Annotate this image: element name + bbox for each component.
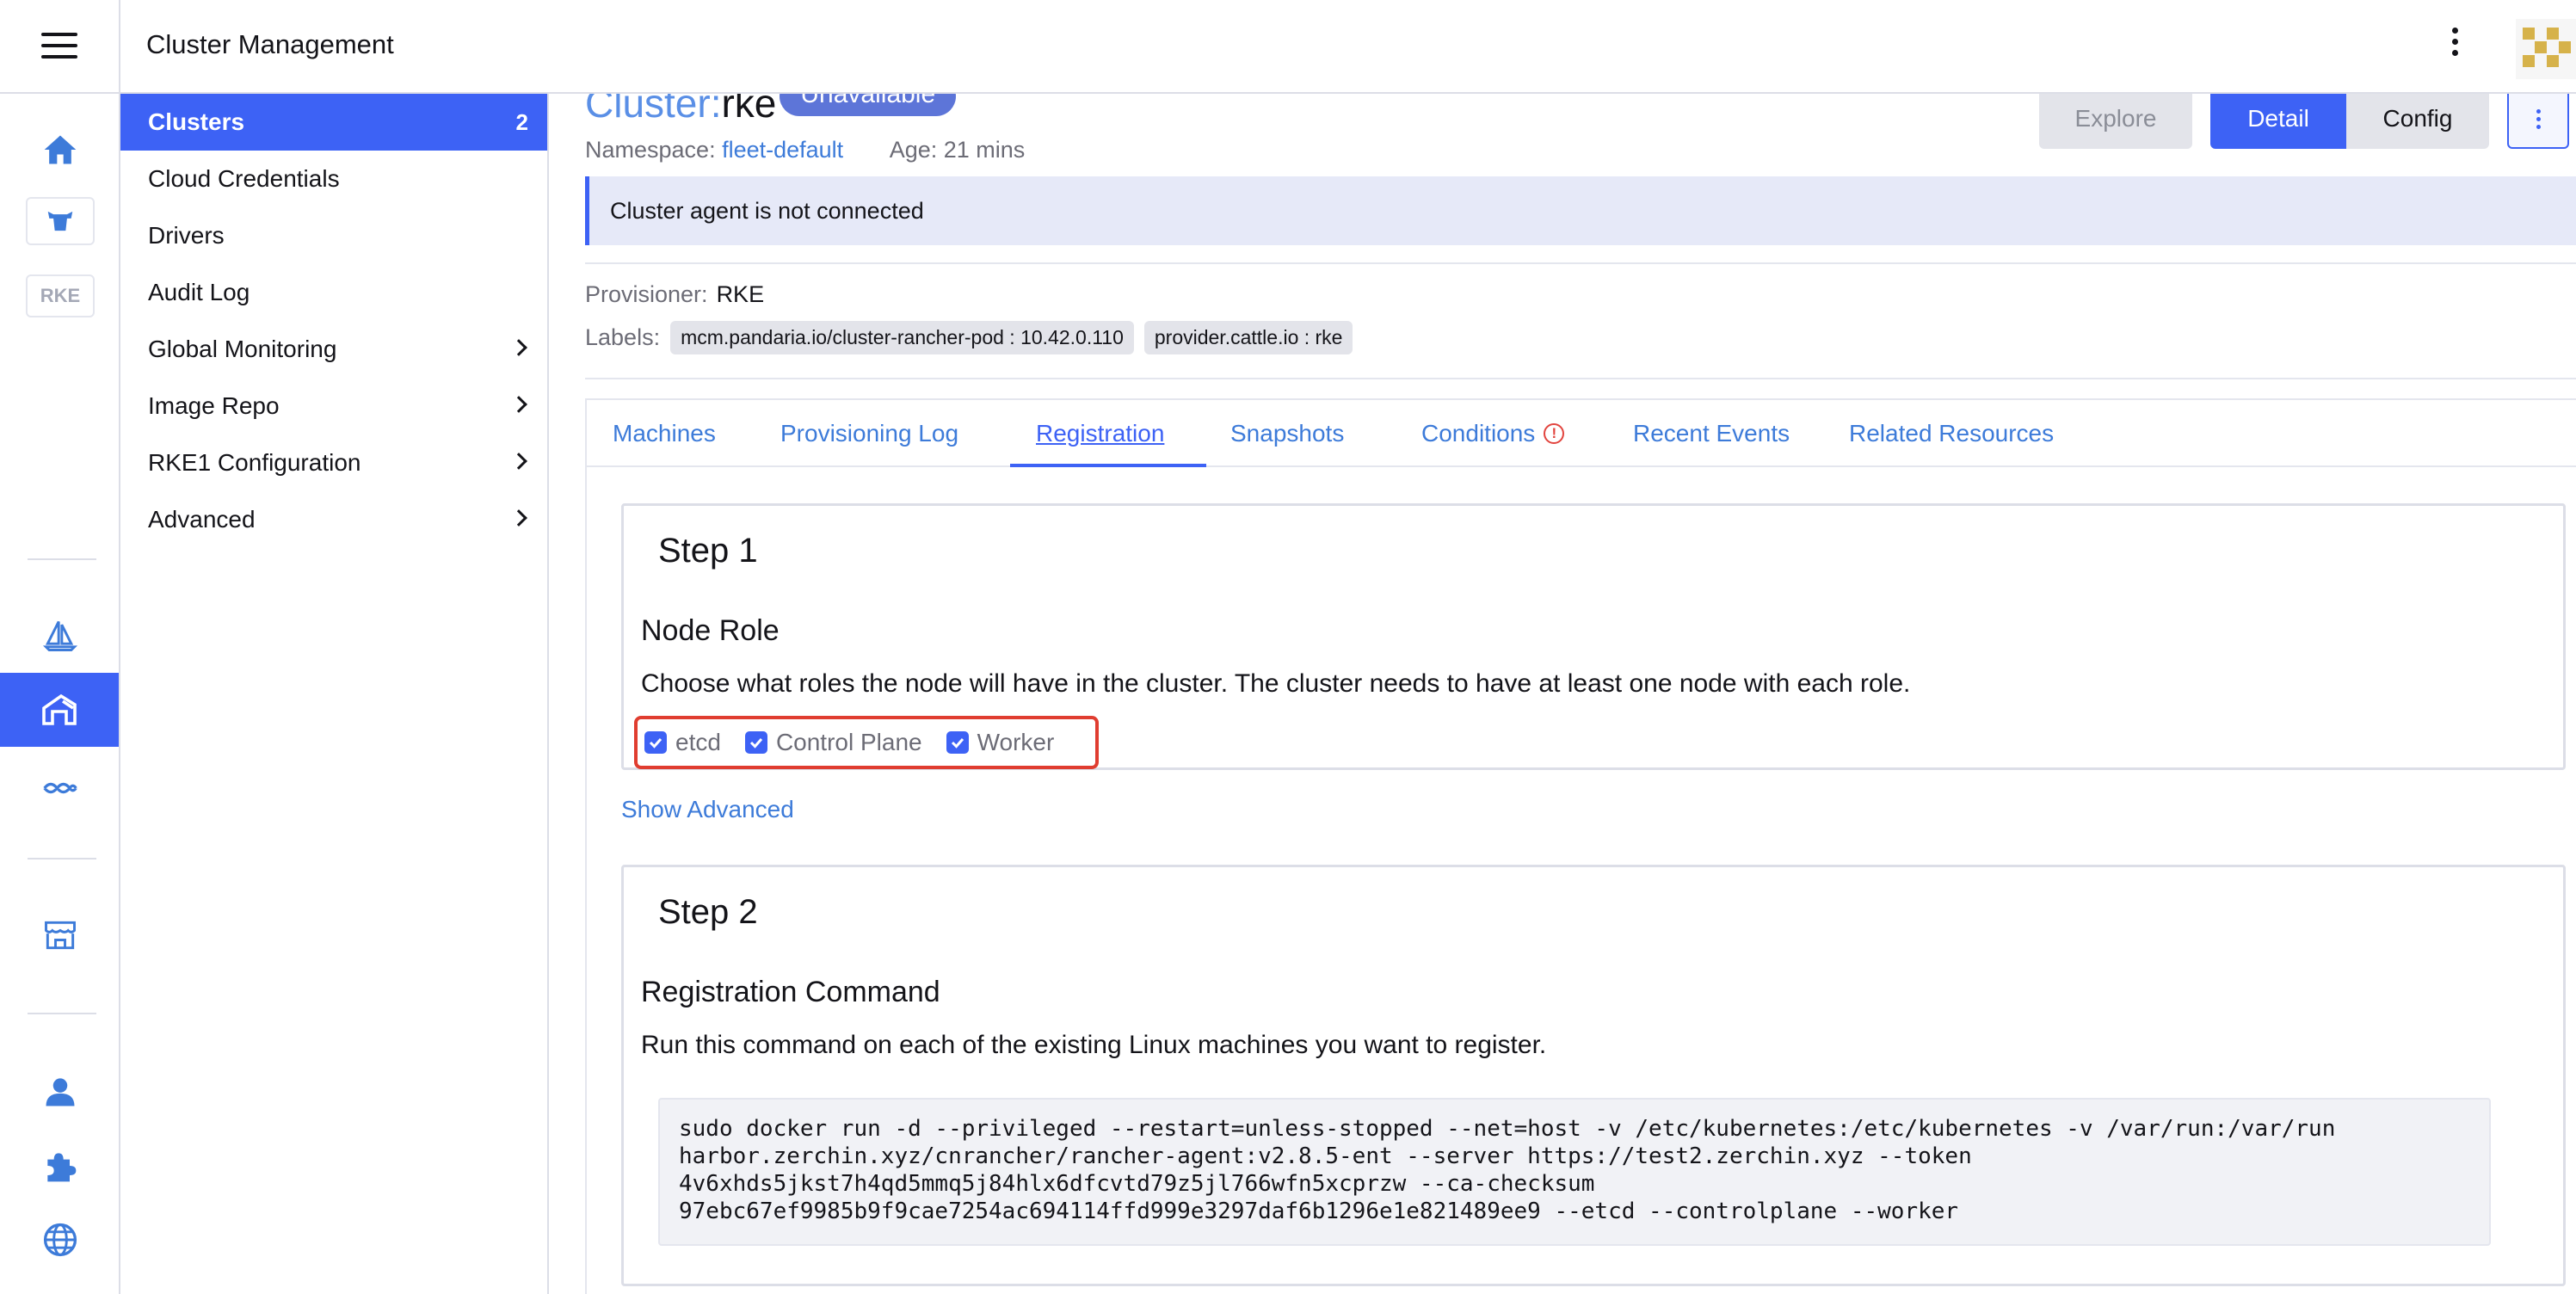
cluster-age: Age: 21 mins xyxy=(889,137,1026,163)
registration-command-title: Registration Command xyxy=(641,976,940,1008)
role-label: Control Plane xyxy=(775,729,922,755)
chevron-right-icon xyxy=(510,509,527,527)
sidebar-item-global-monitoring[interactable]: Global Monitoring xyxy=(120,321,547,378)
tab-panel: Machines Provisioning Log Registration S… xyxy=(585,398,2576,1294)
sidebar-item-advanced[interactable]: Advanced xyxy=(120,491,547,548)
namespace-link[interactable]: fleet-default xyxy=(722,137,843,163)
tab-recent-events[interactable]: Recent Events xyxy=(1633,400,1790,467)
home-icon[interactable] xyxy=(34,124,86,176)
sidebar-item-drivers[interactable]: Drivers xyxy=(120,207,547,264)
sidebar-item-label: Image Repo xyxy=(148,392,280,419)
rail-divider xyxy=(28,858,96,860)
cow-icon[interactable] xyxy=(26,197,95,245)
control-plane-checkbox[interactable]: Control Plane xyxy=(744,729,922,756)
cluster-icon[interactable] xyxy=(0,673,119,747)
sidebar: Clusters 2 Cloud Credentials Drivers Aud… xyxy=(120,94,549,1294)
explore-button[interactable]: Explore xyxy=(2039,94,2192,149)
header-menu-icon[interactable] xyxy=(2442,28,2468,65)
view-mode-toggle: Detail Config xyxy=(2210,94,2489,149)
main-content: Cluster: rke Unavailable Namespace: flee… xyxy=(551,94,2576,1294)
label-chip: provider.cattle.io : rke xyxy=(1143,321,1353,354)
step2-card: Step 2 Registration Command Run this com… xyxy=(621,865,2566,1286)
user-icon[interactable] xyxy=(34,1066,86,1118)
registration-command-description: Run this command on each of the existing… xyxy=(641,1031,1547,1059)
role-label: Worker xyxy=(977,729,1055,755)
sidebar-item-audit-log[interactable]: Audit Log xyxy=(120,264,547,321)
sidebar-item-clusters[interactable]: Clusters 2 xyxy=(120,94,547,151)
sail-icon[interactable] xyxy=(34,610,86,662)
avatar[interactable] xyxy=(2516,19,2576,79)
config-button[interactable]: Config xyxy=(2346,94,2489,149)
extension-icon[interactable] xyxy=(34,1140,86,1192)
sidebar-item-image-repo[interactable]: Image Repo xyxy=(120,378,547,434)
provisioner-label: Provisioner: xyxy=(585,281,708,307)
tab-registration[interactable]: Registration xyxy=(1036,400,1164,467)
labels-label: Labels: xyxy=(585,324,661,350)
node-role-description: Choose what roles the node will have in … xyxy=(641,669,1911,698)
tab-label: Conditions xyxy=(1421,420,1536,447)
tab-related-resources[interactable]: Related Resources xyxy=(1849,400,2054,467)
etcd-checkbox[interactable]: etcd xyxy=(644,729,721,756)
hamburger-icon[interactable] xyxy=(41,33,77,60)
worker-checkbox[interactable]: Worker xyxy=(946,729,1055,756)
sidebar-item-label: Global Monitoring xyxy=(148,336,337,362)
registration-command-code[interactable]: sudo docker run -d --privileged --restar… xyxy=(658,1098,2491,1246)
role-label: etcd xyxy=(675,729,721,755)
provisioner-row: Provisioner: RKE xyxy=(585,281,764,308)
icon-rail: RKE xyxy=(0,94,120,1294)
step1-title: Step 1 xyxy=(658,532,758,570)
sidebar-item-label: Cloud Credentials xyxy=(148,165,340,192)
checkbox-checked-icon xyxy=(644,731,667,754)
label-chip: mcm.pandaria.io/cluster-rancher-pod : 10… xyxy=(670,321,1134,354)
tab-provisioning-log[interactable]: Provisioning Log xyxy=(780,400,958,467)
chevron-right-icon xyxy=(510,339,527,356)
detail-button[interactable]: Detail xyxy=(2210,94,2346,149)
clusters-count-badge: 2 xyxy=(515,108,528,135)
step1-card: Step 1 Node Role Choose what roles the n… xyxy=(621,503,2566,770)
checkbox-checked-icon xyxy=(946,731,969,754)
sidebar-item-rke1-configuration[interactable]: RKE1 Configuration xyxy=(120,434,547,491)
labels-row: Labels: mcm.pandaria.io/cluster-rancher-… xyxy=(585,321,1353,354)
show-advanced-link[interactable]: Show Advanced xyxy=(621,796,794,823)
cluster-title: Cluster: rke Unavailable xyxy=(585,94,957,126)
divider xyxy=(585,262,2576,264)
info-banner: Cluster agent is not connected xyxy=(585,176,2576,245)
fleet-icon[interactable] xyxy=(34,762,86,814)
divider xyxy=(585,378,2576,379)
tab-machines[interactable]: Machines xyxy=(613,400,716,467)
sidebar-item-label: RKE1 Configuration xyxy=(148,449,361,476)
active-tab-indicator xyxy=(1010,464,1206,467)
status-badge: Unavailable xyxy=(780,94,957,116)
top-header: Cluster Management xyxy=(0,0,2576,94)
globe-icon[interactable] xyxy=(34,1214,86,1266)
checkbox-checked-icon xyxy=(744,731,767,754)
tab-conditions[interactable]: Conditions! xyxy=(1421,400,1565,467)
more-actions-icon[interactable] xyxy=(2507,94,2569,149)
tab-snapshots[interactable]: Snapshots xyxy=(1230,400,1344,467)
header-divider xyxy=(119,0,120,94)
sidebar-item-cloud-credentials[interactable]: Cloud Credentials xyxy=(120,151,547,207)
node-role-title: Node Role xyxy=(641,614,780,647)
cluster-name: rke xyxy=(721,94,777,126)
sidebar-item-label: Audit Log xyxy=(148,279,250,305)
chevron-right-icon xyxy=(510,396,527,413)
namespace-label: Namespace: xyxy=(585,137,716,163)
chevron-right-icon xyxy=(510,453,527,470)
tab-bar: Machines Provisioning Log Registration S… xyxy=(587,400,2576,467)
rail-divider xyxy=(28,1013,96,1014)
page-title: Cluster Management xyxy=(146,29,394,59)
sidebar-item-label: Clusters xyxy=(148,108,245,135)
sidebar-item-label: Advanced xyxy=(148,506,256,533)
store-icon[interactable] xyxy=(34,909,86,961)
alert-icon: ! xyxy=(1544,423,1565,444)
provisioner-value: RKE xyxy=(716,281,765,307)
rail-rke-cluster[interactable]: RKE xyxy=(26,274,95,317)
cluster-meta: Namespace: fleet-default Age: 21 mins xyxy=(585,137,1025,163)
role-checkboxes: etcd Control Plane Worker xyxy=(634,716,1099,769)
rail-divider xyxy=(28,558,96,560)
sidebar-item-label: Drivers xyxy=(148,222,225,249)
step2-title: Step 2 xyxy=(658,893,758,931)
cluster-title-prefix: Cluster: xyxy=(585,94,722,126)
